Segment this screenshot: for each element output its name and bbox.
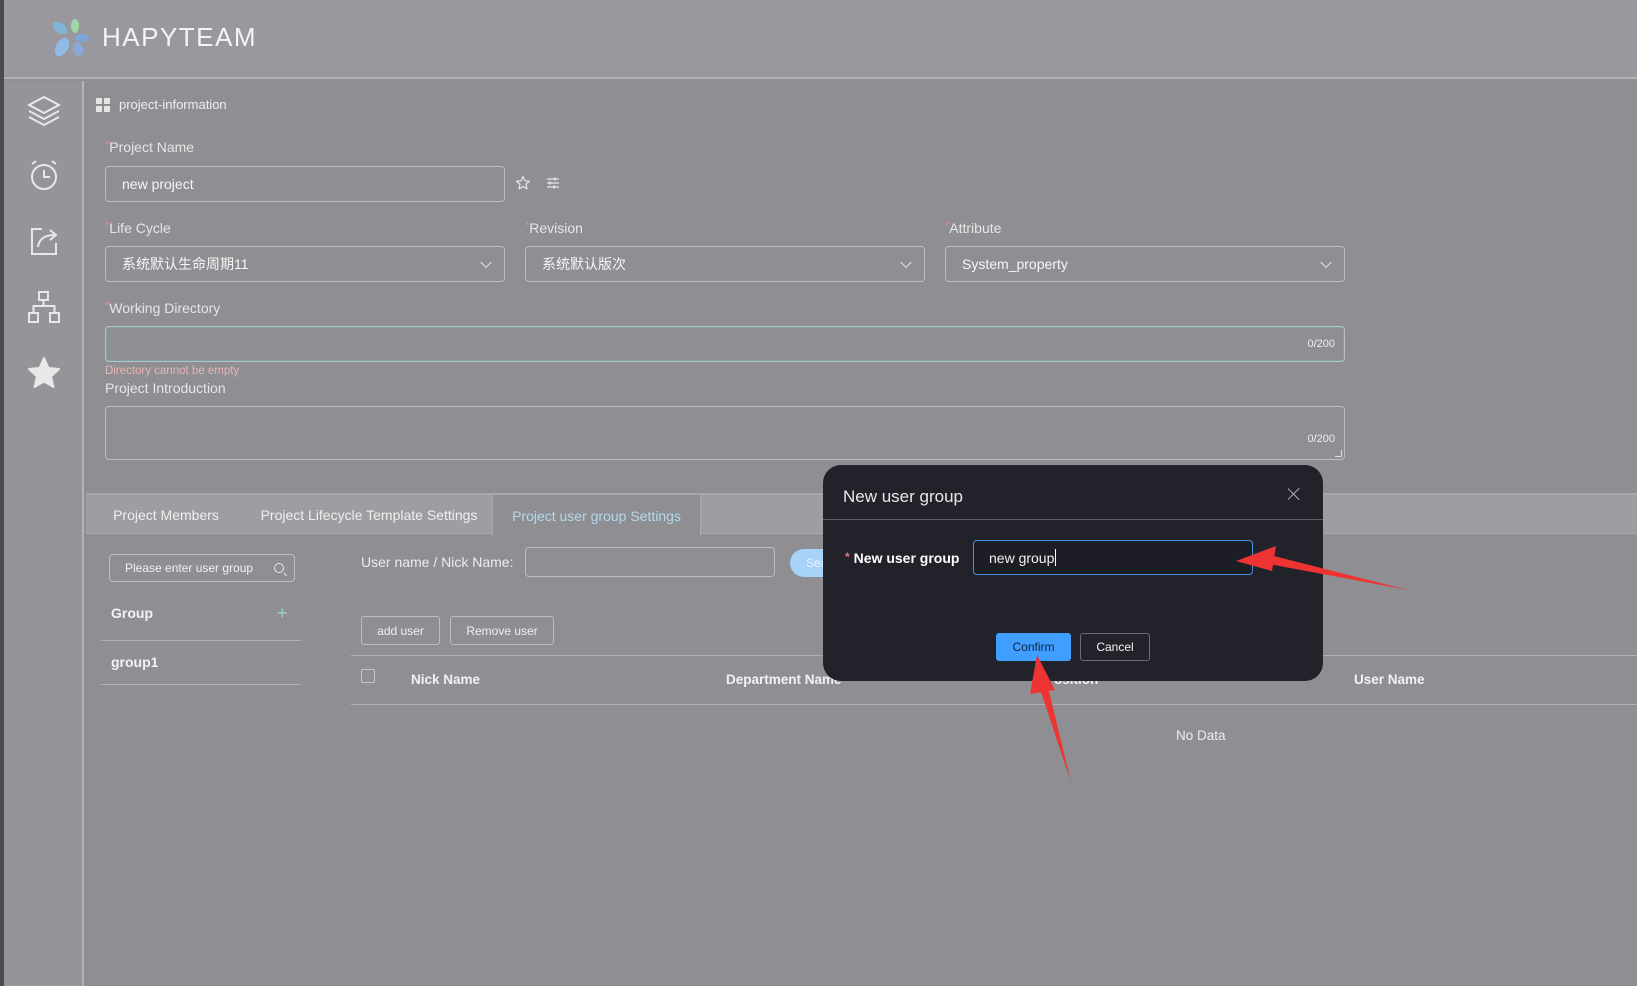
label-text: Working Directory [109,300,221,316]
chevron-down-icon [1320,256,1332,269]
app-header: HAPYTEAM [4,0,1637,79]
breadcrumb-label: project-information [119,97,227,112]
group-list-item[interactable]: group1 [111,654,158,670]
divider [101,640,301,641]
layers-icon[interactable] [26,93,62,129]
settings-sliders-icon[interactable] [545,175,561,191]
attribute-select[interactable]: System_property [945,246,1345,282]
divider [101,684,301,685]
add-group-icon[interactable]: + [277,603,288,624]
project-name-input[interactable]: new project [105,166,505,202]
input-value: new group [989,549,1055,566]
share-icon[interactable] [26,223,62,259]
column-header-nick-name[interactable]: Nick Name [411,672,480,687]
required-mark: * [845,550,850,564]
alarm-clock-icon[interactable] [26,157,62,193]
group-heading: Group [111,605,153,621]
cancel-button[interactable]: Cancel [1080,633,1150,661]
select-value: 系统默认版次 [542,256,626,272]
tab-user-group-settings[interactable]: Project user group Settings [492,495,701,536]
favorite-star-icon[interactable] [515,175,531,191]
working-directory-label: *Working Directory [105,300,220,316]
label-text: Life Cycle [109,220,171,236]
label-text: Project Name [109,139,195,155]
tab-project-members[interactable]: Project Members [86,495,246,535]
working-directory-input[interactable]: 0/200 [105,326,1345,362]
table-header-border [351,704,1637,705]
resize-handle[interactable] [1335,450,1342,457]
hierarchy-icon[interactable] [26,289,62,325]
input-value: new project [122,176,194,192]
select-value: 系统默认生命周期11 [122,256,249,272]
sidebar [4,81,84,986]
project-introduction-label: Project Introduction [105,380,226,396]
working-directory-error: Directory cannot be empty [105,365,240,377]
breadcrumb: project-information [96,97,227,112]
life-cycle-select[interactable]: 系统默认生命周期11 [105,246,505,282]
column-header-department-name[interactable]: Department Name [726,672,842,687]
new-user-group-label: * New user group [845,550,959,566]
dialog-title: New user group [843,487,964,506]
empty-table-text: No Data [1176,728,1226,743]
char-counter: 0/200 [1307,433,1335,445]
label-text: New user group [853,550,960,566]
star-icon[interactable] [26,355,62,391]
label-text: Revision [529,220,583,236]
revision-select[interactable]: 系统默认版次 [525,246,925,282]
close-icon[interactable] [1287,487,1301,501]
tab-lifecycle-template-settings[interactable]: Project Lifecycle Template Settings [246,495,492,535]
dialog-divider [823,519,1323,520]
confirm-button[interactable]: Confirm [996,633,1071,661]
revision-label: *Revision [525,220,583,236]
search-icon[interactable] [274,563,284,573]
select-value: System_property [962,256,1068,272]
char-counter: 0/200 [1307,338,1335,350]
placeholder-text: Please enter user group [125,561,254,575]
chevron-down-icon [480,256,492,269]
chevron-down-icon [900,256,912,269]
group-search-input[interactable]: Please enter user group [109,554,295,582]
project-introduction-textarea[interactable]: 0/200 [105,406,1345,460]
life-cycle-label: *Life Cycle [105,220,171,236]
username-filter-input[interactable] [525,547,775,577]
logo-icon [52,19,89,57]
attribute-label: *Attribute [945,220,1001,236]
username-filter-label: User name / Nick Name: [361,554,514,570]
text-caret [1055,549,1057,566]
new-user-group-dialog: New user group * New user group new group… [823,465,1323,681]
add-user-button[interactable]: add user [361,616,440,645]
new-user-group-input[interactable]: new group [973,540,1253,575]
column-header-user-name[interactable]: User Name [1354,672,1425,687]
select-all-checkbox[interactable] [361,669,375,683]
project-name-label: *Project Name [105,139,194,155]
remove-user-button[interactable]: Remove user [450,616,554,645]
brand-name: HAPYTEAM [102,22,258,52]
grid-icon [96,97,110,112]
label-text: Attribute [949,220,1002,236]
